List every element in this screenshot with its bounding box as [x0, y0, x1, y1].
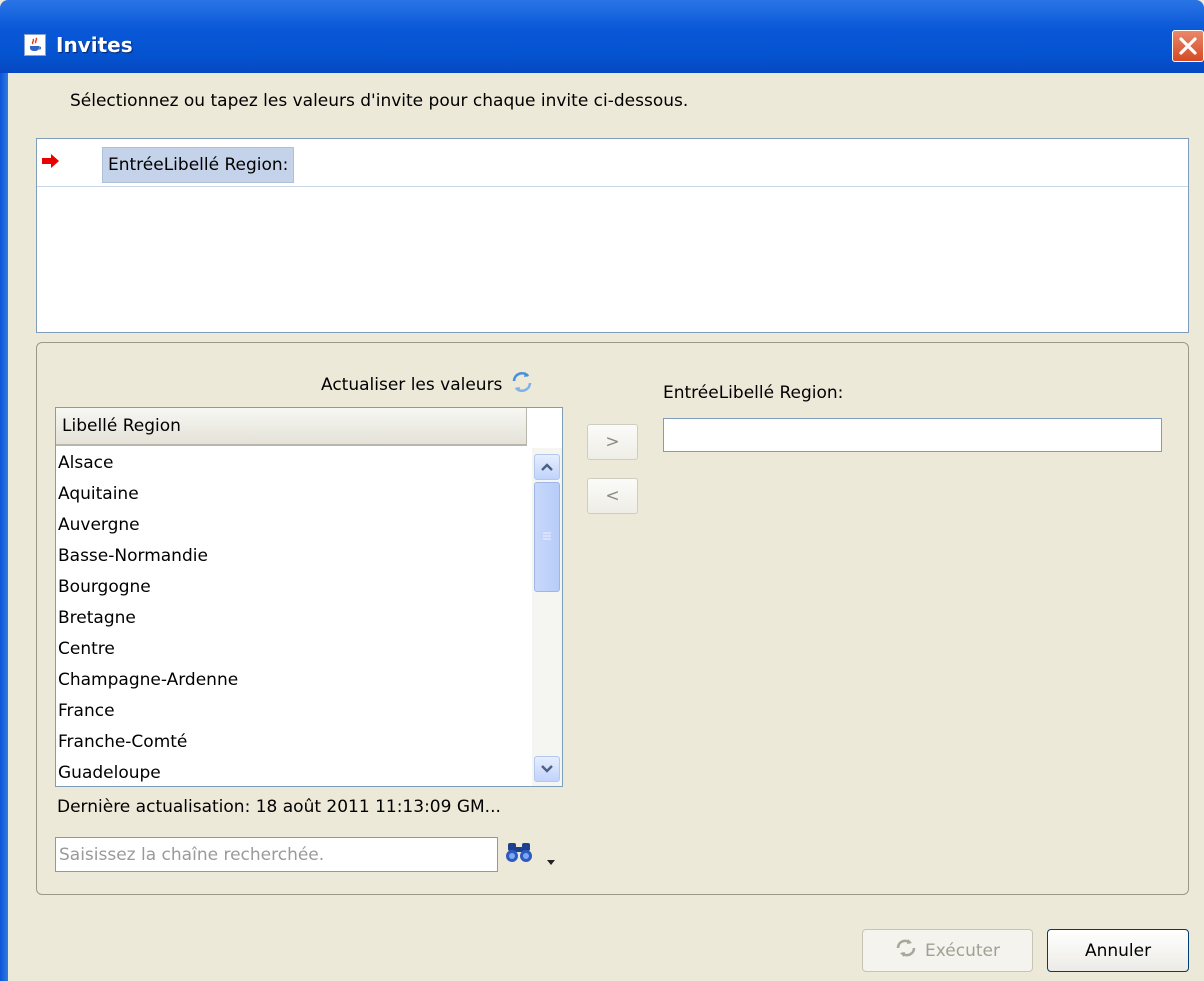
- list-item[interactable]: Bourgogne: [56, 572, 531, 603]
- chevron-down-icon: [541, 765, 553, 773]
- refresh-icon: [895, 938, 917, 963]
- list-item[interactable]: Auvergne: [56, 510, 531, 541]
- values-list: Libellé Region Alsace Aquitaine Auvergne…: [55, 407, 563, 787]
- prompt-list: EntréeLibellé Region:: [36, 138, 1189, 333]
- list-item[interactable]: Aquitaine: [56, 479, 531, 510]
- binoculars-icon[interactable]: [504, 839, 538, 872]
- java-icon: [24, 34, 46, 56]
- refresh-values-label: Actualiser les valeurs: [321, 374, 503, 395]
- triangle-down-icon: [547, 860, 555, 865]
- window-frame: [0, 73, 8, 981]
- list-item[interactable]: Guadeloupe: [56, 758, 531, 786]
- instruction-text: Sélectionnez ou tapez les valeurs d'invi…: [70, 91, 689, 111]
- list-item[interactable]: Basse-Normandie: [56, 541, 531, 572]
- scroll-down-button[interactable]: [534, 756, 560, 782]
- list-item[interactable]: France: [56, 696, 531, 727]
- run-button-label: Exécuter: [925, 940, 1000, 961]
- column-header[interactable]: Libellé Region: [56, 408, 527, 446]
- title-bar: Invites: [0, 0, 1204, 73]
- remove-value-button[interactable]: <: [587, 478, 638, 514]
- search-options-dropdown[interactable]: [545, 852, 557, 872]
- list-item[interactable]: Bretagne: [56, 603, 531, 634]
- add-value-button[interactable]: >: [587, 424, 638, 460]
- prompt-label[interactable]: EntréeLibellé Region:: [102, 147, 295, 183]
- run-button[interactable]: Exécuter: [862, 929, 1033, 972]
- chevron-up-icon: [541, 463, 553, 471]
- last-refresh-text: Dernière actualisation: 18 août 2011 11:…: [57, 797, 501, 817]
- list-item[interactable]: Centre: [56, 634, 531, 665]
- close-button[interactable]: [1172, 30, 1204, 62]
- refresh-values-button[interactable]: Actualiser les valeurs: [321, 370, 534, 399]
- vertical-scrollbar[interactable]: [532, 448, 562, 786]
- prompt-row[interactable]: EntréeLibellé Region:: [37, 139, 1188, 187]
- list-item[interactable]: Franche-Comté: [56, 727, 531, 758]
- search-input[interactable]: [55, 837, 498, 872]
- scroll-thumb[interactable]: [534, 482, 560, 592]
- close-icon: [1179, 37, 1197, 55]
- window-title: Invites: [56, 33, 133, 57]
- list-item[interactable]: Alsace: [56, 448, 531, 479]
- scroll-up-button[interactable]: [534, 454, 560, 480]
- cancel-button[interactable]: Annuler: [1047, 929, 1189, 972]
- selected-values-field[interactable]: [663, 418, 1162, 452]
- list-item[interactable]: Champagne-Ardenne: [56, 665, 531, 696]
- values-list-items: Alsace Aquitaine Auvergne Basse-Normandi…: [56, 448, 531, 786]
- selected-values-label: EntréeLibellé Region:: [663, 383, 844, 403]
- refresh-icon: [510, 370, 534, 399]
- red-arrow-icon: [41, 153, 61, 174]
